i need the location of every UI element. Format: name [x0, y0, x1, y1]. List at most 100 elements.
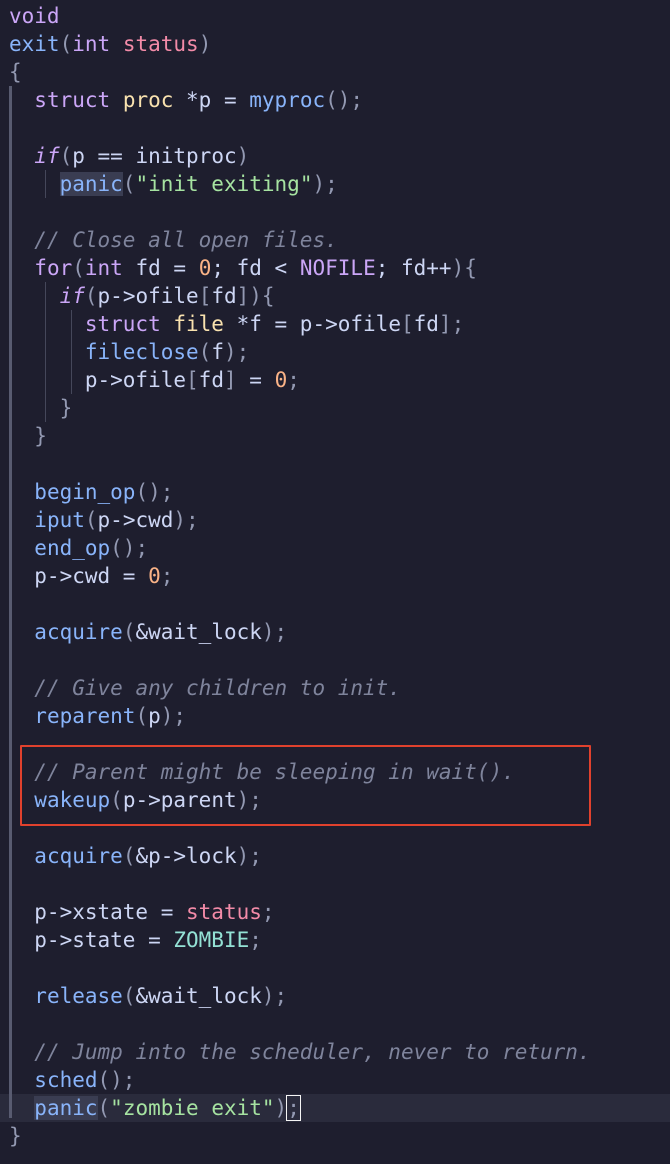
keyword-token: int [72, 32, 111, 56]
constant-token: ZOMBIE [173, 928, 250, 952]
code-line[interactable]: panic("zombie exit"); [0, 1094, 670, 1122]
keyword-token: NOFILE [299, 256, 376, 280]
function-token: fileclose [84, 340, 199, 364]
code-line[interactable] [0, 450, 670, 478]
code-line[interactable]: exit(int status) [0, 30, 670, 58]
punctuation-token: ; [287, 368, 300, 392]
code-line[interactable]: if(p->ofile[fd]){ [0, 282, 670, 310]
code-line[interactable] [0, 870, 670, 898]
punctuation-token: ( [198, 340, 212, 364]
code-line-text: acquire(&wait_lock); [9, 618, 287, 646]
code-token: fd [211, 284, 237, 308]
code-token: &wait_lock [135, 984, 262, 1008]
code-token: fd = [122, 256, 199, 280]
punctuation-token: ); [173, 508, 199, 532]
code-token: p [148, 704, 161, 728]
punctuation-token: (); [325, 88, 364, 112]
annotation-highlight-box [20, 745, 591, 826]
code-line-text: sched(); [9, 1066, 135, 1094]
code-line-text: // Close all open files. [9, 226, 337, 254]
code-line[interactable]: panic("init exiting"); [0, 170, 670, 198]
code-token: ; fd++ [375, 256, 452, 280]
function-token: reparent [34, 704, 136, 728]
keyword-token: struct [84, 312, 161, 336]
punctuation-token: { [9, 60, 22, 84]
code-token: &p->lock [135, 844, 237, 868]
code-line[interactable] [0, 198, 670, 226]
code-line[interactable]: struct proc *p = myproc(); [0, 86, 670, 114]
code-line[interactable] [0, 590, 670, 618]
code-line[interactable]: acquire(&p->lock); [0, 842, 670, 870]
number-token: 0 [198, 256, 212, 280]
punctuation-token: [ [186, 368, 199, 392]
code-line[interactable]: // Give any children to init. [0, 674, 670, 702]
punctuation-token: } [9, 1124, 22, 1148]
punctuation-token: ); [236, 844, 262, 868]
code-line[interactable]: release(&wait_lock); [0, 982, 670, 1010]
code-line[interactable]: } [0, 422, 670, 450]
code-line[interactable]: // Close all open files. [0, 226, 670, 254]
code-line[interactable]: } [0, 1122, 670, 1150]
function-token: end_op [34, 536, 111, 560]
code-line[interactable]: if(p == initproc) [0, 142, 670, 170]
code-line[interactable]: { [0, 58, 670, 86]
code-line[interactable]: reparent(p); [0, 702, 670, 730]
code-line[interactable]: end_op(); [0, 534, 670, 562]
code-line[interactable]: struct file *f = p->ofile[fd]; [0, 310, 670, 338]
code-line[interactable]: begin_op(); [0, 478, 670, 506]
code-line[interactable]: p->xstate = status; [0, 898, 670, 926]
code-line[interactable] [0, 114, 670, 142]
indent-guide-if [45, 170, 46, 198]
code-line-text: } [9, 422, 47, 450]
code-editor[interactable]: } panic("zombie exit"); sched(); // Jump… [0, 0, 670, 1164]
code-line[interactable]: p->cwd = 0; [0, 562, 670, 590]
code-line[interactable]: acquire(&wait_lock); [0, 618, 670, 646]
code-line-text: iput(p->cwd); [9, 506, 199, 534]
punctuation-token: [ [198, 284, 212, 308]
code-line[interactable] [0, 1010, 670, 1038]
code-line[interactable]: } [0, 394, 670, 422]
code-line[interactable] [0, 646, 670, 674]
code-line[interactable]: iput(p->cwd); [0, 506, 670, 534]
keyword-token: for [34, 256, 73, 280]
code-line-text: acquire(&p->lock); [9, 842, 262, 870]
function-token: iput [34, 508, 85, 532]
code-line[interactable]: void [0, 2, 670, 30]
punctuation-token: ; [249, 928, 262, 952]
code-line[interactable]: sched(); [0, 1066, 670, 1094]
code-line[interactable]: fileclose(f); [0, 338, 670, 366]
code-line[interactable]: p->ofile[fd] = 0; [0, 366, 670, 394]
code-line-text: // Jump into the scheduler, never to ret… [9, 1038, 590, 1066]
punctuation-token: ); [261, 984, 288, 1008]
code-line-text: { [9, 58, 22, 86]
code-token: p->ofile [9, 368, 187, 392]
number-token: 0 [274, 368, 288, 392]
punctuation-token: ; [261, 900, 275, 924]
code-line-text: begin_op(); [9, 478, 173, 506]
code-line-text: panic("zombie exit"); [9, 1094, 301, 1122]
code-line[interactable]: for(int fd = 0; fd < NOFILE; fd++){ [0, 254, 670, 282]
function-token: sched [34, 1068, 98, 1092]
code-line-text: } [9, 1122, 22, 1150]
function-token: myproc [249, 88, 326, 112]
code-line-text: reparent(p); [9, 702, 186, 730]
code-token: fd [413, 312, 439, 336]
code-line-text: struct file *f = p->ofile[fd]; [9, 310, 464, 338]
code-token: *p = [173, 88, 250, 112]
code-line[interactable]: p->state = ZOMBIE; [0, 926, 670, 954]
code-line[interactable] [0, 954, 670, 982]
code-line[interactable]: // Jump into the scheduler, never to ret… [0, 1038, 670, 1066]
code-token: &wait_lock [135, 620, 262, 644]
function-token: acquire [34, 844, 123, 868]
